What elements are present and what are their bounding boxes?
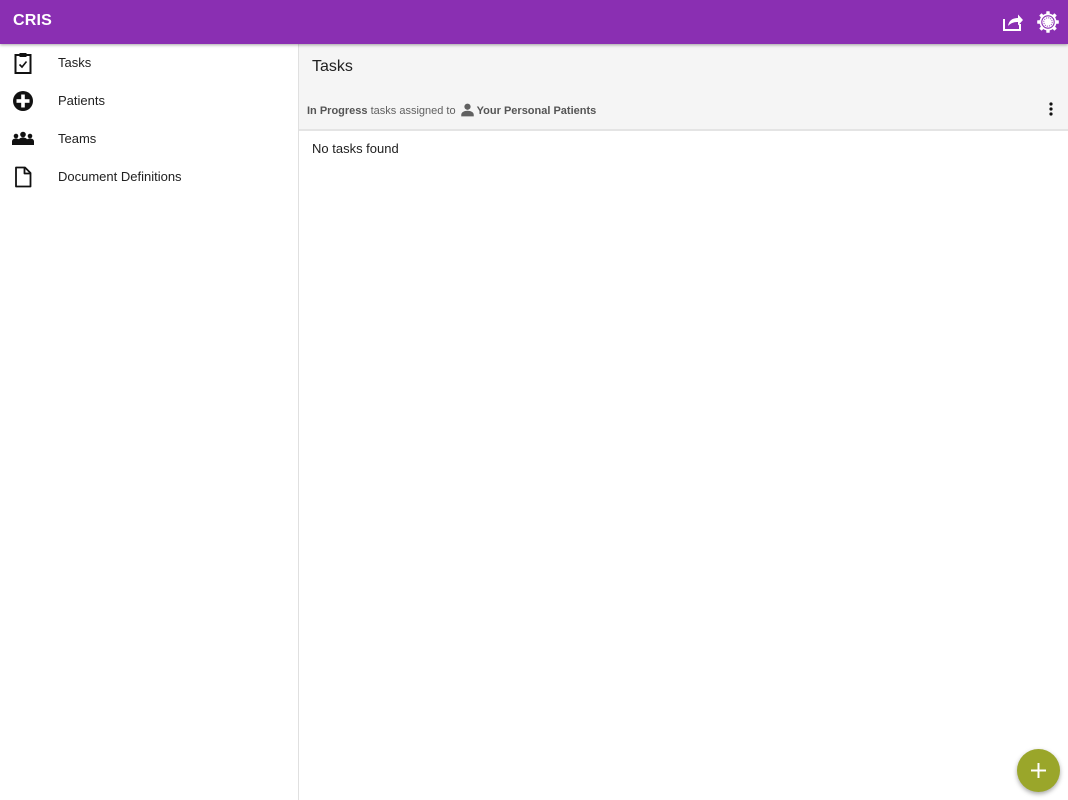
sidebar-item-patients[interactable]: Patients [0, 82, 298, 120]
filter-assignee[interactable]: Your Personal Patients [477, 105, 597, 117]
settings-icon[interactable] [1036, 10, 1060, 34]
sidebar-item-label: Teams [58, 131, 97, 146]
clipboard-check-icon [11, 51, 35, 75]
share-icon[interactable] [1001, 10, 1025, 34]
more-options-icon[interactable] [1043, 98, 1059, 120]
sidebar-item-label: Tasks [58, 55, 92, 70]
sidebar-item-document-definitions[interactable]: Document Definitions [0, 158, 298, 196]
group-icon [11, 127, 35, 151]
person-icon [460, 102, 475, 117]
sidebar-item-teams[interactable]: Teams [0, 120, 298, 158]
sidebar-item-tasks[interactable]: Tasks [0, 44, 298, 82]
filter-text: tasks assigned to [370, 105, 456, 117]
app-bar: CRIS [0, 0, 1068, 44]
add-task-button[interactable] [1017, 749, 1060, 792]
document-icon [11, 165, 35, 189]
add-icon [1031, 763, 1046, 778]
page-title: Tasks [312, 58, 353, 75]
app-title: CRIS [13, 12, 53, 29]
sidebar-item-label: Patients [58, 93, 105, 108]
plus-circle-icon [11, 89, 35, 113]
main-content: Tasks In Progress tasks assigned to Your… [299, 44, 1068, 800]
task-filter-summary: In Progress tasks assigned to Your Perso… [307, 102, 596, 118]
sidebar-item-label: Document Definitions [58, 169, 182, 184]
task-list-header: Tasks In Progress tasks assigned to Your… [299, 44, 1068, 131]
empty-tasks-message: No tasks found [312, 141, 399, 156]
filter-status[interactable]: In Progress [307, 105, 368, 117]
sidebar: Tasks Patients Teams Document Definition… [0, 44, 299, 800]
